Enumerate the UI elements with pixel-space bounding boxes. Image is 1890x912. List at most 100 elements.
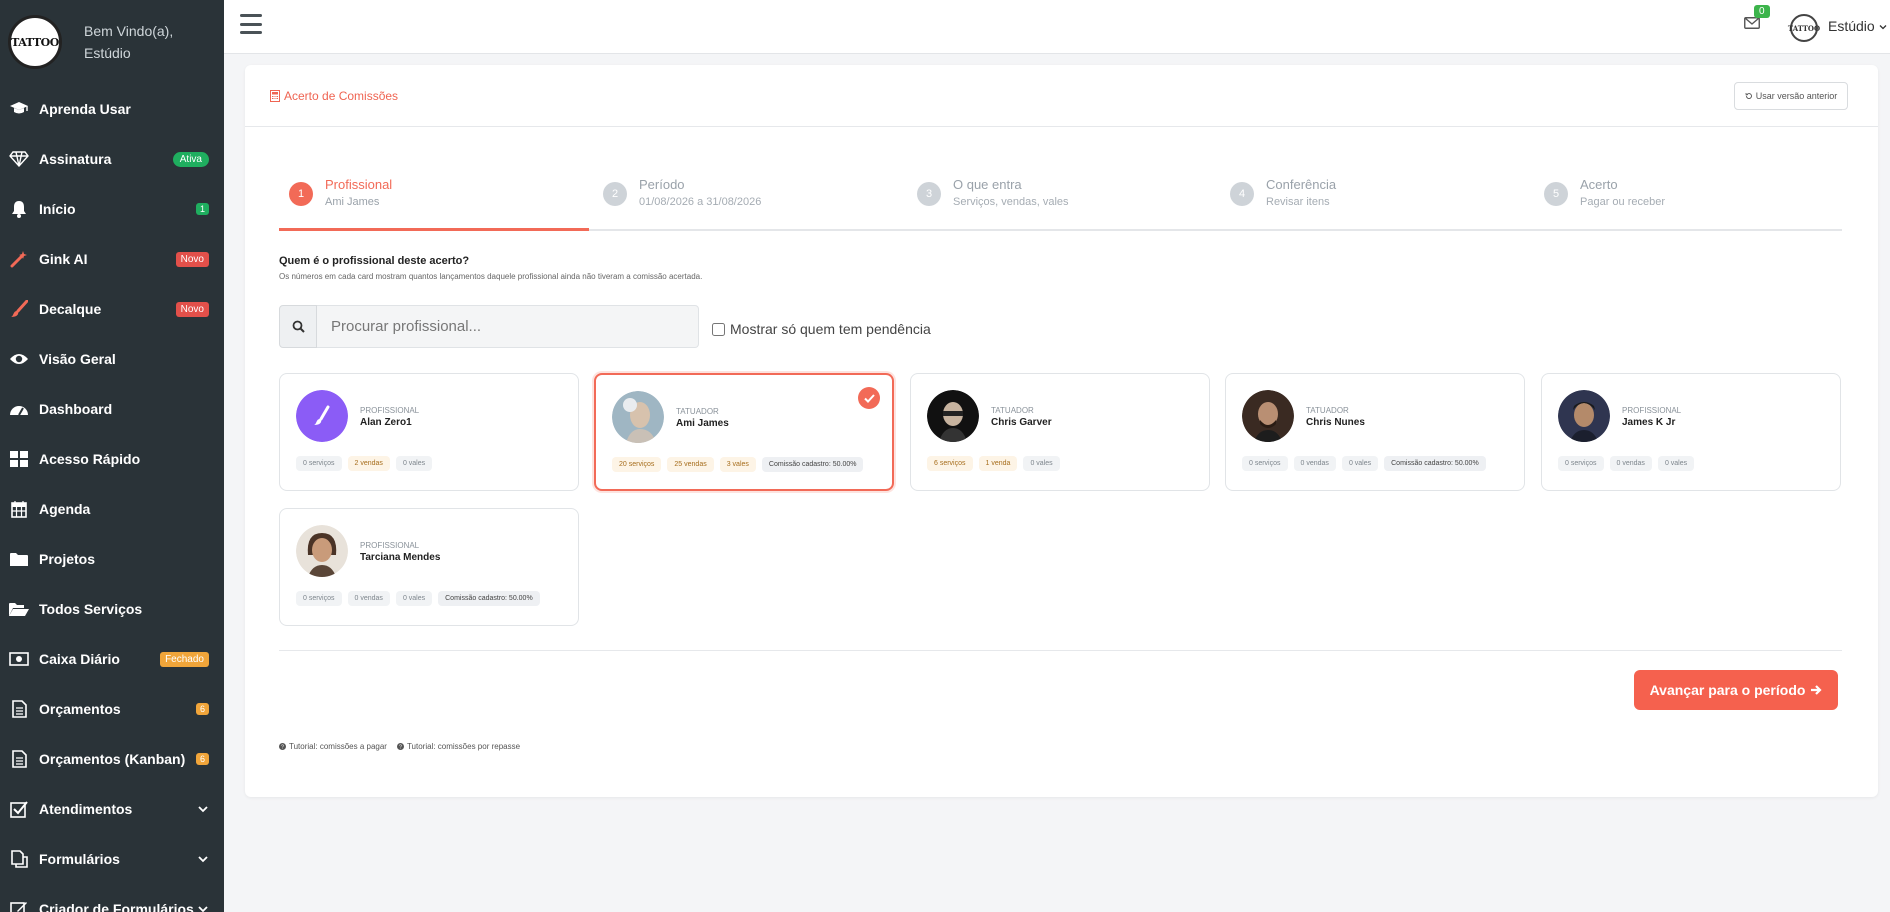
sidebar-item-inicio[interactable]: Início 1 [0,184,224,234]
step-acerto[interactable]: 5 Acerto Pagar ou receber [1544,177,1665,208]
services-count: 0 serviços [296,591,342,606]
sidebar-item-formularios[interactable]: Formulários [0,834,224,884]
sidebar-item-decalque[interactable]: Decalque Novo [0,284,224,334]
old-version-label: Usar versão anterior [1755,91,1838,101]
history-icon [1745,92,1752,99]
sidebar-item-criador-formularios[interactable]: Criador de Formulários [0,884,224,912]
professional-role: TATUADOR [1306,406,1349,415]
vouchers-count: 0 vales [1023,456,1060,471]
pending-only-checkbox[interactable] [712,322,725,336]
step-title: Conferência [1266,177,1337,192]
magic-wand-icon [8,248,30,270]
sidebar-item-label: Acesso Rápido [39,451,141,467]
step-number: 5 [1544,182,1568,206]
sales-count: 0 vendas [1293,456,1336,471]
step-title: Profissional [325,177,393,192]
page-title-text: Acerto de Comissões [284,89,399,103]
step-profissional[interactable]: 1 Profissional Ami James [289,177,392,208]
stepper: 1 Profissional Ami James 2 Período 01/08/2… [279,177,1842,231]
sidebar-item-label: Início [39,201,76,217]
mail-icon[interactable] [1744,17,1760,29]
sidebar-item-aprenda-usar[interactable]: Aprenda Usar [0,84,224,134]
sales-count: 1 venda [978,456,1018,471]
pending-only-toggle[interactable]: Mostrar só quem tem pendência [712,321,931,337]
sales-count: 0 vendas [347,591,390,606]
count-badge: 1 [195,203,209,215]
count-badge: 6 [195,703,209,715]
sidebar-item-gink-ai[interactable]: Gink AI Novo [0,234,224,284]
sidebar-item-projetos[interactable]: Projetos [0,534,224,584]
step-o-que-entra[interactable]: 3 O que entra Serviços, vendas, vales [917,177,1069,208]
chevron-down-icon[interactable] [197,853,209,865]
advance-button[interactable]: Avançar para o período [1634,670,1838,710]
sales-count: 25 vendas [667,457,714,472]
professional-role: PROFISSIONAL [1622,406,1682,415]
sidebar-item-dashboard[interactable]: Dashboard [0,384,224,434]
studio-logo[interactable]: TATTOO [8,15,62,69]
svg-text:?: ? [399,745,402,750]
logo-text: TATTOO [11,35,59,49]
vouchers-count: 0 vales [1657,456,1695,471]
status-badge: Fechado [160,651,209,667]
professional-card-selected[interactable]: TATUADOR Ami James 20 serviços 25 vendas… [594,373,894,491]
section-hint: Os números em cada card mostram quantos … [279,272,703,281]
sidebar-item-assinatura[interactable]: Assinatura Ativa [0,134,224,184]
tutorial-link[interactable]: ? Tutorial: comissões por repasse [396,742,520,751]
menu-toggle-icon[interactable] [240,14,262,34]
professional-role: PROFISSIONAL [360,406,420,415]
vouchers-count: 0 vales [395,456,433,471]
sidebar-item-orcamentos[interactable]: Orçamentos 6 [0,684,224,734]
user-avatar[interactable]: TATTOO [1788,14,1820,42]
professional-name: Chris Nunes [1306,417,1365,428]
sidebar-item-label: Agenda [39,501,91,517]
avatar [612,391,664,443]
folder-icon [8,548,30,570]
professional-card[interactable]: PROFISSIONAL Alan Zero1 0 serviços 2 ven… [279,373,579,491]
document-icon [8,748,30,770]
step-title: Período [639,177,685,192]
step-subtitle: Ami James [325,196,380,208]
vouchers-count: 0 vales [1341,456,1379,471]
tutorial-links: ? Tutorial: comissões a pagar ? Tutorial: … [279,742,520,751]
step-number: 4 [1230,182,1254,206]
sidebar-item-label: Decalque [39,301,102,317]
calendar-icon [8,498,30,520]
search-group [279,305,699,348]
step-title: Acerto [1580,177,1618,192]
commission-rate: Comissão cadastro: 50.00% [438,591,540,606]
sidebar-item-acesso-rapido[interactable]: Acesso Rápido [0,434,224,484]
tutorial-link[interactable]: ? Tutorial: comissões a pagar [279,742,387,751]
use-old-version-button[interactable]: Usar versão anterior [1734,82,1848,110]
sidebar-item-label: Visão Geral [39,351,116,367]
money-icon [8,648,30,670]
professional-card[interactable]: PROFISSIONAL James K Jr 0 serviços 0 ven… [1541,373,1841,491]
professional-card[interactable]: TATUADOR Chris Garver 6 serviços 1 venda… [910,373,1210,491]
step-periodo[interactable]: 2 Período 01/08/2026 a 31/08/2026 [603,177,761,208]
step-subtitle: Revisar itens [1266,196,1330,208]
chevron-down-icon[interactable] [197,803,209,815]
tutorial-link-text: Tutorial: comissões a pagar [289,742,387,751]
avatar [927,390,979,442]
professional-name: Chris Garver [991,417,1052,428]
welcome-text: Bem Vindo(a), Estúdio [84,20,173,64]
user-name: Estúdio [1828,18,1875,34]
check-icon [858,387,880,409]
commission-rate: Comissão cadastro: 50.00% [761,457,864,472]
step-conferencia[interactable]: 4 Conferência Revisar itens [1230,177,1336,208]
sidebar-item-todos-servicos[interactable]: Todos Serviços [0,584,224,634]
services-count: 0 serviços [296,456,342,471]
professional-card[interactable]: TATUADOR Chris Nunes 0 serviços 0 vendas… [1225,373,1525,491]
sidebar-item-caixa-diario[interactable]: Caixa Diário Fechado [0,634,224,684]
sidebar-item-label: Atendimentos [39,801,133,817]
professional-name: Tarciana Mendes [360,552,441,563]
search-input[interactable] [317,305,699,348]
professional-card[interactable]: PROFISSIONAL Tarciana Mendes 0 serviços … [279,508,579,626]
sidebar-item-visao-geral[interactable]: Visão Geral [0,334,224,384]
avatar [296,390,348,442]
sidebar-item-atendimentos[interactable]: Atendimentos [0,784,224,834]
step-subtitle: 01/08/2026 a 31/08/2026 [639,196,762,208]
sidebar-item-orcamentos-kanban[interactable]: Orçamentos (Kanban) 6 [0,734,224,784]
sidebar-item-agenda[interactable]: Agenda [0,484,224,534]
chevron-down-icon[interactable] [197,903,209,912]
user-menu[interactable]: Estúdio [1828,18,1887,34]
